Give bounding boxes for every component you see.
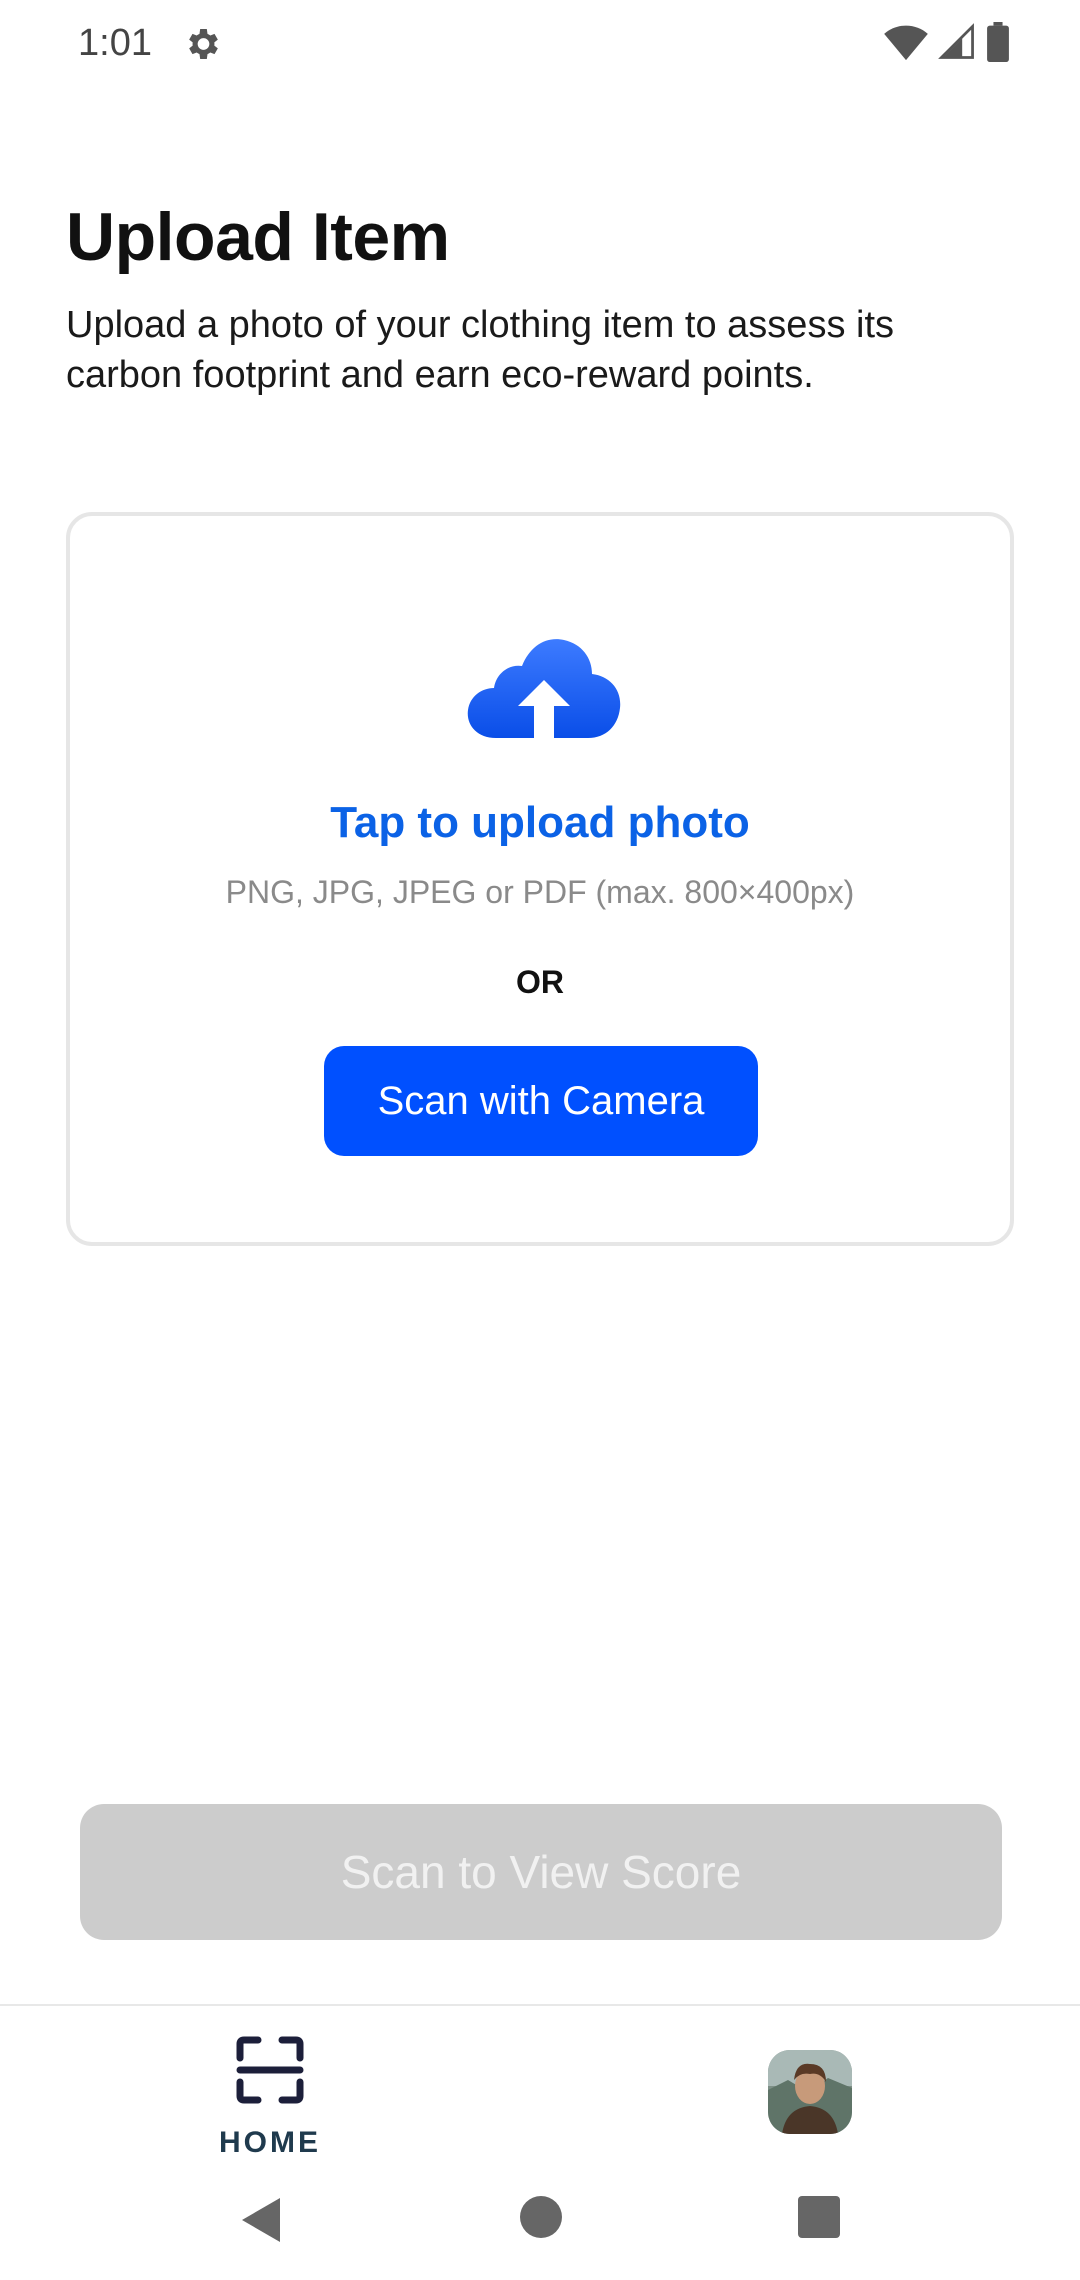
status-icons <box>884 22 1010 62</box>
upload-dropzone[interactable]: Tap to upload photo PNG, JPG, JPEG or PD… <box>66 512 1014 1246</box>
scan-frame-icon <box>234 2034 306 2106</box>
upload-format-hint: PNG, JPG, JPEG or PDF (max. 800×400px) <box>225 874 855 910</box>
system-nav-bar <box>0 2164 1080 2280</box>
wifi-icon <box>884 22 928 62</box>
or-divider-label: OR <box>516 964 564 1000</box>
bottom-nav: HOME <box>0 2004 1080 2164</box>
battery-icon <box>986 22 1010 62</box>
nav-home-label: HOME <box>219 2126 321 2159</box>
upload-title[interactable]: Tap to upload photo <box>70 798 1010 848</box>
home-circle-icon[interactable] <box>518 2194 564 2245</box>
settings-gear-icon <box>182 24 222 64</box>
back-icon[interactable] <box>236 2194 284 2251</box>
nav-home-tab[interactable]: HOME <box>210 2026 330 2159</box>
recents-icon[interactable] <box>798 2196 840 2243</box>
scan-with-camera-button[interactable]: Scan with Camera <box>324 1046 758 1156</box>
page-title: Upload Item <box>66 199 450 275</box>
page-subtitle: Upload a photo of your clothing item to … <box>66 304 895 396</box>
avatar[interactable] <box>768 2050 852 2134</box>
scan-to-view-score-button[interactable]: Scan to View Score <box>80 1804 1002 1940</box>
status-time: 1:01 <box>78 22 152 64</box>
status-bar: 1:01 <box>0 0 1080 90</box>
cloud-upload-icon <box>466 634 622 744</box>
cell-signal-icon <box>938 22 976 62</box>
upload-item-screen: 1:01 Upload Item Upload a photo of your … <box>0 0 1080 2280</box>
